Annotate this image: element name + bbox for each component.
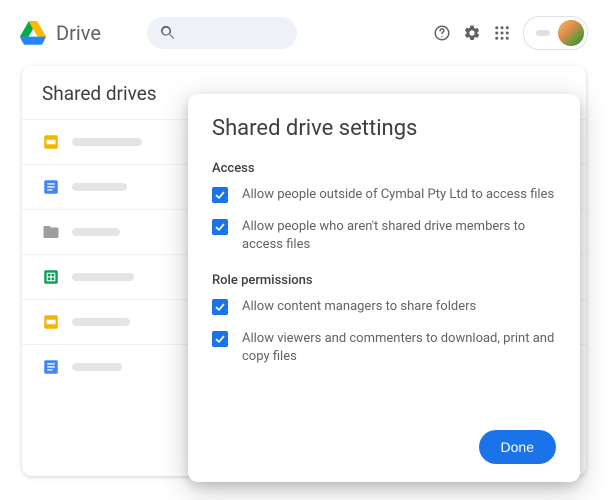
header-icons: [433, 16, 588, 50]
checkbox-row[interactable]: Allow people who aren't shared drive mem…: [212, 218, 556, 254]
help-icon[interactable]: [433, 24, 451, 42]
account-label-stub: [536, 30, 550, 36]
search-icon: [159, 24, 177, 42]
checkbox-icon: [212, 219, 228, 235]
settings-icon[interactable]: [463, 24, 481, 42]
checkbox-row[interactable]: Allow content managers to share folders: [212, 298, 556, 316]
done-button[interactable]: Done: [479, 430, 556, 464]
checkbox-row[interactable]: Allow people outside of Cymbal Pty Ltd t…: [212, 186, 556, 204]
checkbox-row[interactable]: Allow viewers and commenters to download…: [212, 330, 556, 366]
logo-area: Drive: [20, 21, 101, 45]
list-item-label-stub: [72, 138, 142, 146]
checkbox-label: Allow viewers and commenters to download…: [242, 330, 556, 366]
account-chip[interactable]: [523, 16, 588, 50]
docs-icon: [42, 358, 60, 376]
docs-icon: [42, 178, 60, 196]
search-input[interactable]: [147, 17, 297, 49]
product-name: Drive: [56, 21, 101, 45]
header: Drive: [0, 0, 608, 62]
checkbox-icon: [212, 187, 228, 203]
checkbox-icon: [212, 331, 228, 347]
settings-dialog: Shared drive settings Access Allow peopl…: [188, 94, 580, 482]
drive-logo-icon: [20, 21, 46, 45]
checkbox-label: Allow people outside of Cymbal Pty Ltd t…: [242, 186, 554, 204]
avatar: [558, 20, 584, 46]
checkbox-label: Allow content managers to share folders: [242, 298, 476, 316]
sheets-icon: [42, 268, 60, 286]
folder-icon: [42, 223, 60, 241]
checkbox-icon: [212, 299, 228, 315]
list-item-label-stub: [72, 183, 127, 191]
section-label-access: Access: [212, 161, 556, 176]
list-item-label-stub: [72, 228, 120, 236]
slides-icon: [42, 133, 60, 151]
list-item-label-stub: [72, 273, 134, 281]
apps-icon[interactable]: [493, 24, 511, 42]
dialog-title: Shared drive settings: [212, 116, 556, 141]
section-label-roles: Role permissions: [212, 273, 556, 288]
list-item-label-stub: [72, 363, 122, 371]
list-item-label-stub: [72, 318, 130, 326]
slides-icon: [42, 313, 60, 331]
checkbox-label: Allow people who aren't shared drive mem…: [242, 218, 556, 254]
